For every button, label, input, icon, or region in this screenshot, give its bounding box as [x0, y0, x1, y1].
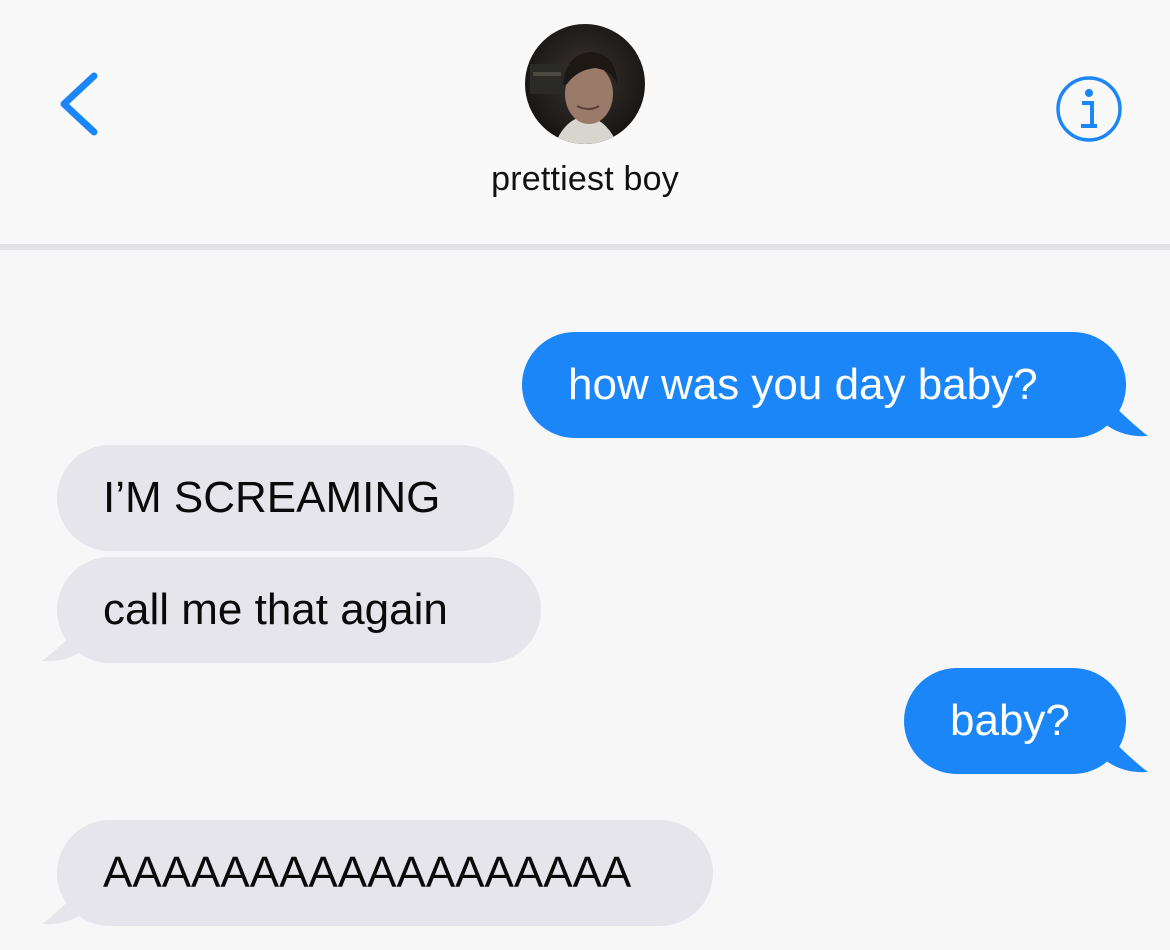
back-button[interactable] — [52, 66, 112, 142]
sent-bubble-tail — [1100, 390, 1160, 440]
sent-message-bubble[interactable]: how was you day baby? — [522, 332, 1126, 438]
message-text: call me that again — [103, 585, 448, 634]
avatar[interactable] — [525, 24, 645, 144]
received-message-bubble[interactable]: call me that again — [57, 557, 541, 663]
received-bubble-tail — [30, 878, 90, 928]
header-divider — [0, 244, 1170, 250]
contact-photo — [525, 24, 645, 144]
sent-bubble-tail — [1100, 726, 1160, 776]
received-message-bubble[interactable]: I’M SCREAMING — [57, 445, 514, 551]
chevron-left-icon — [60, 72, 98, 136]
message-text: baby? — [950, 696, 1070, 745]
conversation-header: prettiest boy — [0, 0, 1170, 244]
message-text: I’M SCREAMING — [103, 473, 441, 522]
message-text: how was you day baby? — [568, 360, 1038, 409]
info-circle-icon — [1056, 76, 1122, 142]
sent-message-bubble[interactable]: baby? — [904, 668, 1126, 774]
received-message-bubble[interactable]: AAAAAAAAAAAAAAAAAA — [57, 820, 713, 926]
messages-screen: prettiest boy how was you day baby? I’M … — [0, 0, 1170, 950]
received-bubble-tail — [30, 615, 90, 665]
info-button[interactable] — [1054, 74, 1124, 144]
message-text: AAAAAAAAAAAAAAAAAA — [103, 848, 632, 897]
contact-name[interactable]: prettiest boy — [385, 160, 785, 199]
